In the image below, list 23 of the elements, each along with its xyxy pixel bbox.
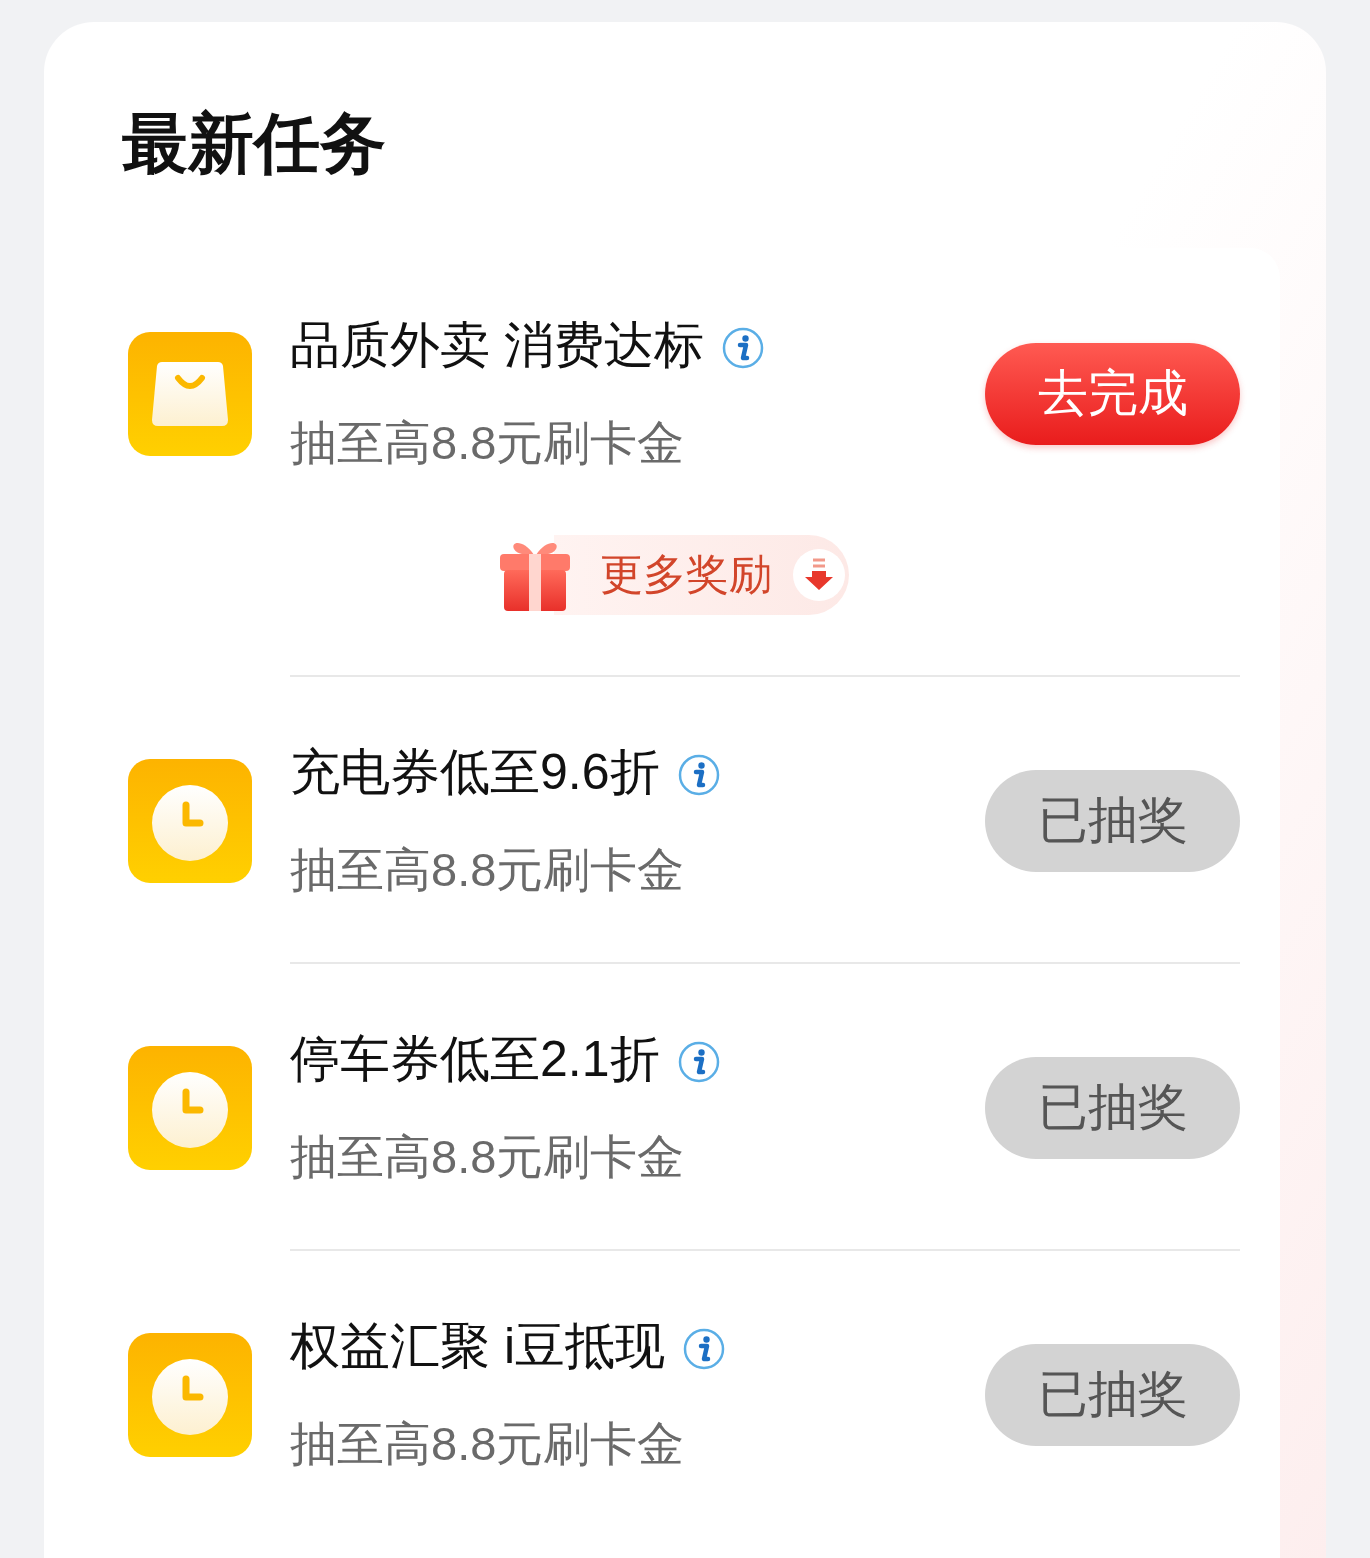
reward-description: 抽至高8.8元刷卡金 (290, 415, 685, 471)
section-title: 最新任务 (122, 105, 386, 182)
complete-task-button[interactable]: 去完成 (985, 342, 1240, 445)
claimed-button[interactable]: 已抽奖 (985, 1056, 1240, 1159)
info-icon[interactable] (677, 754, 720, 796)
clock-icon (128, 1332, 252, 1457)
arrow-down-icon (792, 548, 846, 602)
task-title: 权益汇聚 i豆抵现 (290, 1317, 665, 1376)
task-title: 充电券低至9.6折 (290, 743, 660, 802)
task-title: 停车券低至2.1折 (290, 1030, 660, 1089)
clock-icon (128, 758, 252, 883)
claimed-button[interactable]: 已抽奖 (985, 769, 1240, 872)
info-icon[interactable] (683, 1328, 725, 1370)
reward-description: 抽至高8.8元刷卡金 (290, 842, 685, 898)
clock-icon (128, 1045, 252, 1170)
shopping-bag-icon (128, 331, 252, 456)
info-icon[interactable] (721, 327, 764, 369)
reward-description: 抽至高8.8元刷卡金 (290, 1129, 685, 1185)
info-icon[interactable] (677, 1041, 720, 1083)
claimed-button[interactable]: 已抽奖 (985, 1343, 1240, 1446)
task-title: 品质外卖 消费达标 (290, 316, 704, 375)
more-rewards-button[interactable]: 更多奖励 (498, 535, 849, 615)
reward-description: 抽至高8.8元刷卡金 (290, 1416, 685, 1472)
